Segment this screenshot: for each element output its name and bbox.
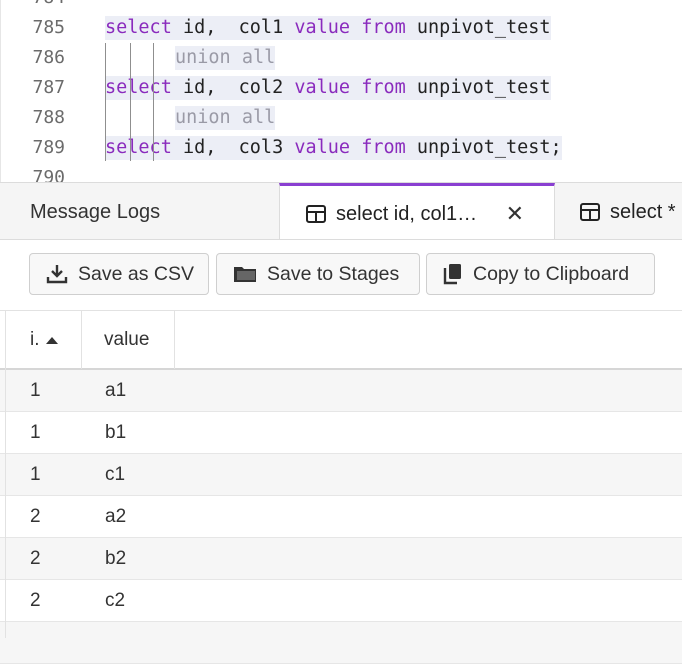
table-row[interactable]: 2 b2 — [0, 538, 682, 580]
tab-query-result[interactable]: select id, col1… ✕ — [279, 183, 555, 239]
cell-value: b2 — [105, 548, 127, 569]
cell-id: 2 — [30, 506, 41, 527]
indent-guide — [105, 43, 106, 161]
tab-message-logs-label: Message Logs — [30, 200, 161, 223]
table-row[interactable]: 2 c2 — [0, 580, 682, 622]
code-line[interactable]: 786 union all — [1, 43, 682, 73]
copy-to-clipboard-label: Copy to Clipboard — [473, 262, 630, 285]
save-to-stages-label: Save to Stages — [267, 262, 400, 285]
code-token: id, col1 — [171, 17, 295, 38]
code-line[interactable]: 789 select id, col3 value from unpivot_te… — [1, 133, 682, 163]
sort-ascending-icon[interactable] — [45, 336, 58, 344]
table-row[interactable]: 1 c1 — [0, 454, 682, 496]
save-as-csv-label: Save as CSV — [78, 262, 194, 285]
indent-guide — [130, 43, 131, 161]
code-token: unpivot_test — [405, 17, 551, 38]
line-number: 790 — [32, 167, 65, 182]
indent-guide — [153, 43, 154, 161]
sql-editor[interactable]: 784 785 select id, col1 value from unpivot… — [0, 0, 682, 182]
code-line[interactable]: 787 select id, col2 value from unpivot_te… — [1, 73, 682, 103]
table-left-border — [5, 310, 6, 638]
code-token: union all — [175, 47, 276, 68]
line-number: 786 — [32, 47, 65, 68]
table-header: i. value — [0, 310, 682, 370]
cell-id: 1 — [30, 464, 41, 485]
sql-keyword: value — [294, 77, 351, 98]
result-tab-bar: Message Logs select id, col1… ✕ select * — [0, 182, 682, 240]
copy-to-clipboard-button[interactable]: Copy to Clipboard — [426, 253, 655, 295]
table-icon — [306, 205, 326, 223]
cell-id: 2 — [30, 590, 41, 611]
code-text: select id, col2 value from unpivot_test — [105, 76, 551, 100]
sql-keyword: from — [361, 137, 406, 158]
table-row[interactable]: 1 b1 — [0, 412, 682, 454]
code-line[interactable]: 790 — [1, 163, 682, 182]
code-text: union all — [175, 106, 276, 130]
save-as-csv-button[interactable]: Save as CSV — [29, 253, 209, 295]
sql-keyword: from — [361, 17, 406, 38]
line-number: 784 — [1, 0, 65, 13]
column-header-id[interactable]: i. — [0, 311, 82, 369]
code-token: unpivot_test; — [405, 137, 562, 158]
table-icon — [580, 203, 600, 221]
cell-value: a1 — [105, 380, 127, 401]
tab-query-result-label: select id, col1… — [336, 202, 478, 225]
folder-icon — [234, 267, 256, 282]
code-line[interactable]: 788 union all — [1, 103, 682, 133]
download-icon — [46, 265, 68, 284]
cell-id: 1 — [30, 422, 41, 443]
table-row-empty — [0, 622, 682, 664]
code-text: select id, col3 value from unpivot_test; — [105, 136, 562, 160]
cell-value: c1 — [105, 464, 126, 485]
code-token: id, col2 — [171, 77, 295, 98]
cell-id: 1 — [30, 380, 41, 401]
sql-keyword: value — [294, 137, 351, 158]
sql-keyword: from — [361, 77, 406, 98]
line-number: 789 — [32, 137, 65, 158]
code-text: select id, col1 value from unpivot_test — [105, 16, 551, 40]
code-token: union all — [175, 107, 276, 128]
sql-keyword: value — [294, 17, 351, 38]
cell-value: c2 — [105, 590, 126, 611]
code-text: union all — [175, 46, 276, 70]
code-line[interactable]: 785 select id, col1 value from unpivot_te… — [1, 13, 682, 43]
line-number: 788 — [32, 107, 65, 128]
tab-message-logs[interactable]: Message Logs — [0, 183, 280, 239]
code-line[interactable]: 784 — [1, 0, 682, 13]
column-header-value[interactable]: value — [82, 311, 175, 369]
table-row[interactable]: 1 a1 — [0, 370, 682, 412]
tab-query-result-2[interactable]: select * — [580, 183, 682, 239]
cell-value: a2 — [105, 506, 127, 527]
tab-query-result-2-label: select * — [610, 200, 676, 223]
sql-keyword: select — [105, 17, 172, 38]
line-number: 785 — [32, 17, 65, 38]
cell-id: 2 — [30, 548, 41, 569]
results-table: i. value 1 a1 1 b1 1 c1 2 a2 2 b2 2 c2 — [0, 310, 682, 664]
sql-keyword: select — [105, 77, 172, 98]
column-header-value-label: value — [104, 329, 150, 350]
result-toolbar: Save as CSV Save to Stages Copy to Clipb… — [0, 240, 682, 310]
close-icon[interactable]: ✕ — [506, 201, 524, 227]
code-token: unpivot_test — [405, 77, 551, 98]
table-row[interactable]: 2 a2 — [0, 496, 682, 538]
sql-keyword: select — [105, 137, 172, 158]
save-to-stages-button[interactable]: Save to Stages — [216, 253, 420, 295]
column-header-id-label: i. — [30, 329, 40, 350]
cell-value: b1 — [105, 422, 127, 443]
copy-icon — [443, 264, 461, 285]
code-token: id, col3 — [171, 137, 295, 158]
line-number: 787 — [32, 77, 65, 98]
